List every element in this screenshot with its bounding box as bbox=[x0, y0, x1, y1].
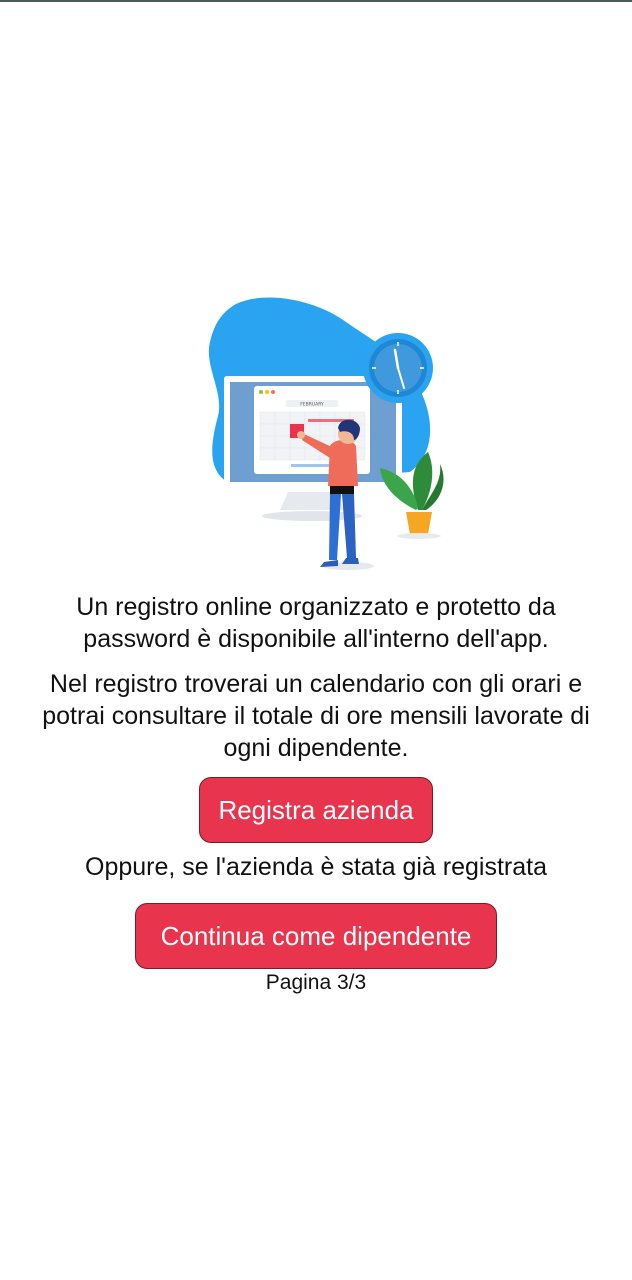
continue-as-employee-button[interactable]: Continua come dipendente bbox=[135, 903, 497, 969]
detail-line-1: Nel registro troverai un calendario con … bbox=[49, 670, 583, 698]
or-text: Oppure, se l'azienda è stata già registr… bbox=[85, 853, 547, 881]
intro-line-1: Un registro online organizzato e protett… bbox=[76, 593, 556, 621]
detail-line-3: ogni dipendente. bbox=[223, 734, 409, 762]
calendar-illustration: FEBRUARY bbox=[208, 297, 444, 570]
detail-paragraph: Nel registro troverai un calendario con … bbox=[0, 668, 632, 764]
status-divider bbox=[0, 0, 632, 2]
page-indicator: Pagina 3/3 bbox=[265, 971, 367, 994]
detail-line-2: potrai consultare il totale di ore mensi… bbox=[42, 702, 590, 730]
intro-paragraph: Un registro online organizzato e protett… bbox=[0, 591, 632, 655]
calendar-month-label: FEBRUARY bbox=[300, 402, 324, 408]
intro-line-2: password è disponibile all'interno dell'… bbox=[83, 625, 549, 653]
register-company-button[interactable]: Registra azienda bbox=[199, 777, 433, 843]
